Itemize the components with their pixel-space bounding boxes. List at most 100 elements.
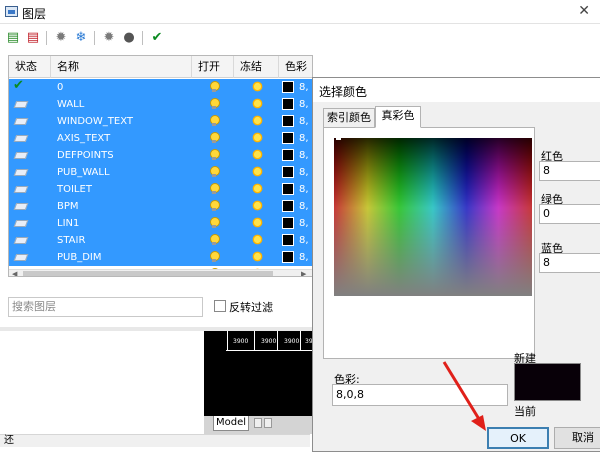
col-name[interactable]: 名称: [51, 56, 192, 78]
delete-layer-icon[interactable]: ▤: [24, 29, 42, 47]
color-swatch[interactable]: [282, 81, 294, 93]
layer-color-value: 8,: [299, 201, 309, 212]
table-header: 状态 名称 打开 冻结 色彩: [9, 56, 312, 78]
table-row[interactable]: WINDOW_TEXT 8,: [9, 113, 312, 130]
tab-true-color[interactable]: 真彩色: [375, 106, 421, 128]
table-row[interactable]: DEFPOINTS 8,: [9, 147, 312, 164]
sun-icon[interactable]: [253, 235, 262, 244]
col-freeze[interactable]: 冻结: [234, 56, 279, 78]
table-row[interactable]: LIN1 8,: [9, 215, 312, 232]
sun-icon[interactable]: [253, 184, 262, 193]
layer-name: PUB_WALL: [57, 167, 110, 178]
table-row[interactable]: TOILET 8,: [9, 181, 312, 198]
sun-icon[interactable]: [253, 150, 262, 159]
tab-layout[interactable]: [264, 418, 272, 428]
sun-icon[interactable]: [253, 201, 262, 210]
select-color-dialog: 选择颜色 索引颜色 真彩色 红色 8 绿色 0 蓝色 8 色彩: 8,0,8 新…: [312, 77, 600, 452]
bulb-icon[interactable]: [209, 251, 220, 262]
sun-icon[interactable]: [253, 116, 262, 125]
layer-color-value: 8,: [299, 116, 309, 127]
layer-status-icon: [13, 118, 29, 125]
dialog-title: 选择颜色: [319, 85, 368, 99]
color-swatch[interactable]: [282, 234, 294, 246]
status-bar: 还: [0, 434, 310, 447]
table-row[interactable]: PUB_WALL 8,: [9, 164, 312, 181]
bulb-icon[interactable]: ●: [120, 29, 138, 47]
layer-color-value: 8,: [299, 167, 309, 178]
scrollbar-thumb[interactable]: [23, 271, 273, 276]
bulb-icon[interactable]: [209, 200, 220, 211]
search-layer-input[interactable]: 搜索图层: [8, 297, 203, 317]
sun-icon[interactable]: [253, 167, 262, 176]
layer-status-icon: [13, 101, 29, 108]
sun-icon[interactable]: [253, 218, 262, 227]
color-swatch[interactable]: [282, 183, 294, 195]
color-swatch[interactable]: [282, 98, 294, 110]
color-swatch[interactable]: [282, 251, 294, 263]
horizontal-scrollbar[interactable]: ◀ ▶: [9, 269, 312, 276]
layer-color-value: 8,: [299, 218, 309, 229]
layer-color-value: 8,: [299, 133, 309, 144]
blue-input[interactable]: 8: [539, 253, 600, 273]
drawing-canvas[interactable]: 3900 3900 3900 39: [204, 331, 313, 422]
toolbar-separator: [46, 31, 47, 45]
tab-layout[interactable]: [254, 418, 262, 428]
bulb-icon[interactable]: [209, 98, 220, 109]
layer-toolbar: ▤ ▤ ✹ ❄ ✹ ● ✔: [0, 24, 600, 52]
dialog-title-bar: 选择颜色: [313, 78, 600, 102]
color-swatch[interactable]: [282, 166, 294, 178]
bulb-icon[interactable]: [209, 115, 220, 126]
table-row[interactable]: BPM 8,: [9, 198, 312, 215]
color-preview: [514, 363, 581, 401]
gear-icon[interactable]: ✹: [100, 29, 118, 47]
bulb-icon[interactable]: [209, 166, 220, 177]
cancel-button[interactable]: 取消: [554, 427, 600, 449]
bulb-icon[interactable]: [209, 217, 220, 228]
bulb-icon[interactable]: [209, 81, 220, 92]
dimension-label: 3900: [261, 338, 277, 345]
sun-icon[interactable]: [253, 82, 262, 91]
layer-status-icon: [13, 254, 29, 261]
col-on[interactable]: 打开: [192, 56, 234, 78]
color-swatch[interactable]: [282, 115, 294, 127]
layer-color-value: 8,: [299, 235, 309, 246]
dimension-tick: [277, 331, 278, 351]
sun-icon[interactable]: [253, 99, 262, 108]
color-swatch[interactable]: [282, 149, 294, 161]
layer-color-value: 8,: [299, 184, 309, 195]
bulb-icon[interactable]: [209, 149, 220, 160]
close-icon[interactable]: ✕: [578, 3, 590, 19]
snowflake-icon[interactable]: ❄: [72, 29, 90, 47]
red-input[interactable]: 8: [539, 161, 600, 181]
green-input[interactable]: 0: [539, 204, 600, 224]
table-row[interactable]: WALL 8,: [9, 96, 312, 113]
invert-filter-checkbox[interactable]: [214, 300, 226, 312]
color-swatch[interactable]: [282, 132, 294, 144]
scroll-left-icon[interactable]: ◀: [12, 270, 17, 276]
layer-app-icon: [5, 6, 18, 17]
tab-model[interactable]: Model: [213, 416, 249, 431]
table-row[interactable]: PUB_DIM 8,: [9, 249, 312, 266]
tab-index-color[interactable]: 索引颜色: [323, 108, 375, 128]
color-swatch[interactable]: [282, 200, 294, 212]
sun-icon[interactable]: [253, 133, 262, 142]
bulb-icon[interactable]: [209, 132, 220, 143]
col-color[interactable]: 色彩: [279, 56, 312, 78]
spectrum-cursor[interactable]: [336, 138, 341, 140]
scroll-right-icon[interactable]: ▶: [301, 270, 306, 276]
color-value-input[interactable]: 8,0,8: [332, 384, 508, 406]
color-swatch[interactable]: [282, 217, 294, 229]
check-icon[interactable]: ✔: [148, 29, 166, 47]
ok-button[interactable]: OK: [487, 427, 549, 449]
new-layer-icon[interactable]: ▤: [4, 29, 22, 47]
sun-icon[interactable]: [253, 252, 262, 261]
table-row[interactable]: ✔ 0 8,: [9, 78, 312, 96]
bulb-icon[interactable]: [209, 183, 220, 194]
table-row[interactable]: AXIS_TEXT 8,: [9, 130, 312, 147]
col-status[interactable]: 状态: [9, 56, 51, 78]
bulb-icon[interactable]: [209, 234, 220, 245]
layer-name: PUB_DIM: [57, 252, 102, 263]
layer-name: WALL: [57, 99, 85, 110]
table-row[interactable]: STAIR 8,: [9, 232, 312, 249]
gear-icon[interactable]: ✹: [52, 29, 70, 47]
